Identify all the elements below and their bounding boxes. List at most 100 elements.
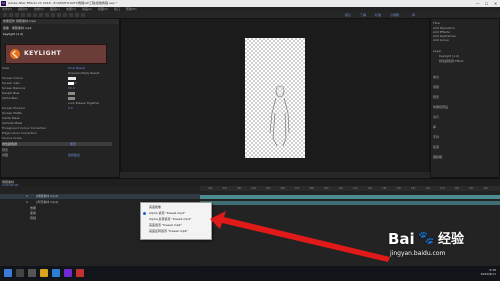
browser-icon[interactable] [52, 269, 60, 277]
maximize-button[interactable]: ☐ [482, 0, 491, 7]
zoom-tool-icon[interactable] [21, 13, 25, 17]
home-tool-icon[interactable] [3, 13, 7, 17]
prop-group[interactable]: Outside Mask [2, 121, 22, 125]
screen-colour-swatch[interactable] [68, 77, 76, 80]
brush-tool-icon[interactable] [63, 13, 67, 17]
eraser-tool-icon[interactable] [75, 13, 79, 17]
pen-tool-icon[interactable] [51, 13, 55, 17]
libraries-section[interactable]: 库 [433, 125, 436, 129]
start-icon[interactable] [4, 269, 12, 277]
preview-section[interactable]: 预览 [433, 95, 439, 99]
ruler-mark: 08s [309, 187, 314, 190]
despill-swatch[interactable] [68, 92, 75, 95]
transparency-grid[interactable] [245, 38, 305, 158]
keyed-figure-outline [269, 85, 290, 147]
prop-label: 视图 [2, 153, 9, 157]
search-icon[interactable] [16, 269, 24, 277]
ruler-mark: 10s [338, 187, 343, 190]
ruler-mark: 14s [396, 187, 401, 190]
flow-item[interactable]: Flow [433, 21, 440, 25]
character-section[interactable]: 字符 [433, 135, 439, 139]
close-button[interactable]: ✕ [491, 0, 500, 7]
ruler-mark: 05s [266, 187, 271, 190]
linear-color-key-effect[interactable]: 线性颜色键 [2, 142, 112, 146]
tree-linear-key[interactable]: 线性颜色键 Effect [439, 59, 464, 63]
prop-label: View [2, 66, 10, 70]
effect-controls-tab[interactable]: 效果控件 绿幕素材.mp4 [1, 19, 119, 24]
task-view-icon[interactable] [28, 269, 36, 277]
time-ruler[interactable]: 01s 02s 03s 04s 05s 06s 07s 08s 09s 10s 11s 12s 13s 1… [200, 186, 500, 191]
add-group-item[interactable]: Add Group [433, 38, 449, 42]
audio-section[interactable]: 音频 [433, 85, 439, 89]
keylight-badge: KEYLIGHT [5, 44, 107, 64]
unpremultiply-checkbox[interactable]: Unpremultiply Result [68, 71, 99, 75]
minimize-button[interactable]: — [473, 0, 482, 7]
hand-tool-icon[interactable] [15, 13, 19, 17]
type-tool-icon[interactable] [57, 13, 61, 17]
ruler-mark: 07s [295, 187, 300, 190]
layer-number: 1 [26, 194, 28, 198]
screen-balance-value[interactable]: 50.0 [68, 86, 75, 90]
window-title: Adobe After Effects CC 2018 - E:\AE\KEYL… [8, 1, 118, 5]
view-dropdown[interactable]: Final Result [68, 66, 85, 70]
red-arrow-annotation [210, 211, 390, 262]
layer-name[interactable]: [背景素材.mp4] [36, 200, 58, 205]
pre-blur-value[interactable]: 0.0 [68, 106, 73, 110]
ruler-mark: 11s [353, 187, 358, 190]
pan-tool-icon[interactable] [39, 13, 43, 17]
effects-presets-section[interactable]: 效果和预设 [433, 105, 448, 109]
explorer-icon[interactable] [40, 269, 48, 277]
paragraph-section[interactable]: 段落 [433, 145, 439, 149]
stamp-tool-icon[interactable] [69, 13, 73, 17]
align-section[interactable]: 对齐 [433, 115, 439, 119]
keylight-badge-text: KEYLIGHT [24, 50, 62, 57]
info-section[interactable]: 信息 [433, 75, 439, 79]
prop-label: Alpha Bias [2, 96, 18, 100]
selection-tool-icon[interactable] [9, 13, 13, 17]
ruler-mark: 16s [425, 187, 430, 190]
view-output-dropdown[interactable]: 最终输出 [68, 153, 80, 157]
title-bar: Ae Adobe After Effects CC 2018 - E:\AE\K… [0, 0, 500, 7]
puppet-tool-icon[interactable] [81, 13, 85, 17]
prop-group[interactable]: Edge Colour Correction [2, 131, 37, 135]
effect-layer-label: 抠像 · 绿幕素材.mp4 [3, 26, 32, 30]
ruler-mark: 20s [483, 187, 488, 190]
ruler-mark: 09s [324, 187, 329, 190]
ruler-mark: 03s [237, 187, 242, 190]
system-clock[interactable]: 9:38 2020/8/11 [481, 268, 496, 276]
prop-group[interactable]: Inside Mask [2, 116, 20, 120]
menu-item-luma-inverted-matte[interactable]: 亮度反转遮罩 "trees2.mp4" [149, 228, 188, 234]
ruler-mark: 12s [367, 187, 372, 190]
mask-tool-icon[interactable] [45, 13, 49, 17]
watermark-jingyan: 经验 [438, 232, 465, 247]
app-icon[interactable] [76, 269, 84, 277]
prop-group[interactable]: Source Crops [2, 136, 22, 140]
layer-name[interactable]: [绿幕素材.mp4] [36, 194, 58, 199]
alpha-swatch[interactable] [68, 97, 75, 100]
app-logo-icon: Ae [1, 1, 6, 6]
prop-label: Screen Pre-blur [2, 106, 25, 110]
prop-group[interactable]: Screen Matte [2, 111, 22, 115]
prop-label: Screen Colour [2, 76, 24, 80]
ruler-mark: 18s [454, 187, 459, 190]
after-effects-icon[interactable] [64, 269, 72, 277]
ruler-mark: 06s [280, 187, 285, 190]
camera-tool-icon[interactable] [33, 13, 37, 17]
tree-layer[interactable]: Layer [433, 49, 441, 53]
right-panels: Flow Add Operators Add Effects Add Keyfr… [430, 18, 500, 178]
gain-swatch[interactable] [68, 82, 74, 85]
prop-group[interactable]: Foreground Colour Correction [2, 126, 46, 130]
lock-biases-checkbox[interactable]: Lock Biases Together [68, 101, 100, 105]
tree-keylight[interactable]: Keylight (1.2) [439, 54, 459, 58]
prop-label: 预览 [2, 148, 9, 152]
reset-link[interactable]: 重置 [70, 142, 76, 146]
prop-label: Screen Gain [2, 81, 21, 85]
clock-date: 2020/8/11 [480, 272, 496, 276]
effect-properties: View Final Result Unpremultiply Result S… [0, 66, 120, 178]
layer-track-bar[interactable] [200, 195, 500, 199]
layer-row[interactable]: 1 [绿幕素材.mp4] [0, 194, 200, 199]
watermark-brand: Bai [388, 230, 415, 248]
effect-name[interactable]: Keylight (1.2) [3, 32, 23, 36]
rotate-tool-icon[interactable] [27, 13, 31, 17]
tracker-section[interactable]: 跟踪器 [433, 155, 442, 159]
